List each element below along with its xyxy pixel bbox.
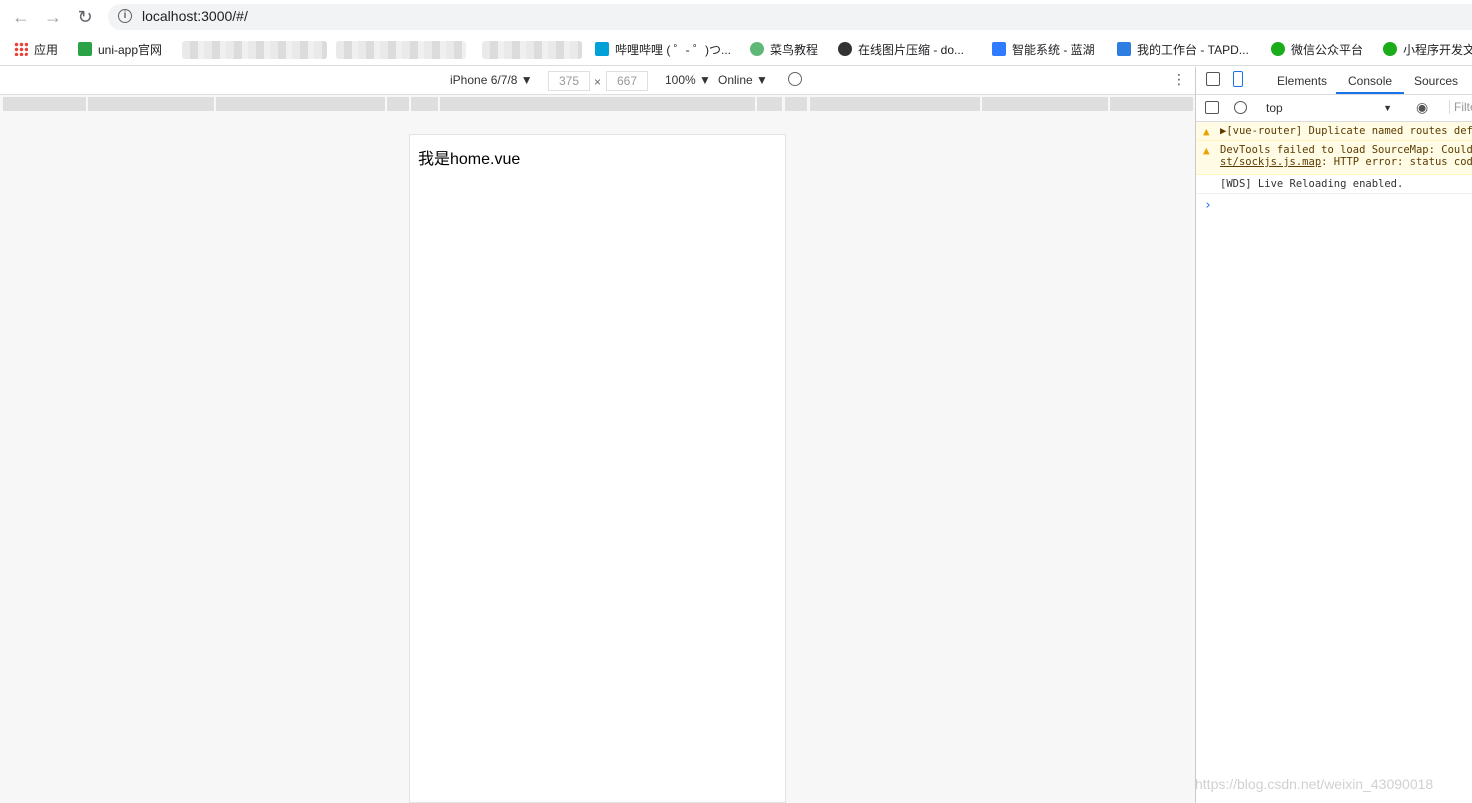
context-select[interactable]: top ▼ (1258, 99, 1398, 117)
bookmark-apps[interactable]: 应用 (14, 41, 58, 59)
network-select[interactable]: Online ▼ (718, 73, 768, 87)
runoob-icon (750, 42, 764, 56)
devtools-panel: Elements Console Sources top▼ ◉ Filter ▲… (1195, 67, 1472, 803)
warning-icon: ▲ (1203, 144, 1210, 157)
wechat-icon (1383, 42, 1397, 56)
tapd-icon (1117, 42, 1131, 56)
bilibili-icon (595, 42, 609, 56)
tab-console[interactable]: Console (1336, 74, 1405, 94)
tab-elements[interactable]: Elements (1277, 74, 1327, 88)
address-bar[interactable]: i localhost:3000/#/ (108, 4, 1472, 30)
rotate-icon[interactable] (788, 72, 802, 86)
console-prompt[interactable]: › (1204, 198, 1212, 213)
url-text[interactable]: localhost:3000/#/ (142, 8, 248, 24)
eye-icon[interactable]: ◉ (1416, 99, 1428, 116)
compress-icon (838, 42, 852, 56)
console-warning: ▲ DevTools failed to load SourceMap: Coul… (1196, 141, 1472, 175)
bookmark-bilibili[interactable]: 哔哩哔哩 ( ゜- ゜)つ... (595, 41, 731, 59)
console-log: [WDS] Live Reloading enabled. (1196, 175, 1472, 194)
height-input[interactable]: 667 (606, 71, 648, 91)
more-options-icon[interactable]: ⋮ (1172, 71, 1186, 88)
bookmark-tapd[interactable]: 我的工作台 - TAPD... (1117, 41, 1249, 59)
device-screen: 我是home.vue (409, 134, 786, 803)
console-toolbar: top▼ ◉ Filter (1196, 95, 1472, 122)
forward-icon[interactable]: → (42, 6, 64, 28)
bookmark-runoob[interactable]: 菜鸟教程 (750, 41, 818, 59)
dimension-separator: × (594, 75, 602, 89)
blurred-bookmark[interactable] (336, 41, 466, 59)
filter-input[interactable]: Filter (1449, 100, 1472, 114)
bookmark-uniapp[interactable]: uni-app官网 (78, 41, 162, 59)
clear-console-icon[interactable] (1234, 101, 1247, 114)
blurred-bookmark[interactable] (182, 41, 327, 59)
toggle-device-icon[interactable] (1233, 71, 1243, 87)
bookmarks-bar: 应用 uni-app官网 哔哩哔哩 ( ゜- ゜)つ... 菜鸟教程 在线图片压… (0, 34, 1472, 66)
width-input[interactable]: 375 (548, 71, 590, 91)
back-icon[interactable]: ← (10, 6, 32, 28)
lanhu-icon (992, 42, 1006, 56)
media-query-bar[interactable] (0, 95, 1195, 113)
bookmark-image-compress[interactable]: 在线图片压缩 - do... (838, 41, 964, 59)
zoom-select[interactable]: 100% ▼ (665, 73, 711, 87)
inspect-element-icon[interactable] (1206, 72, 1220, 86)
device-toolbar: iPhone 6/7/8 ▼ 375 × 667 100% ▼ Online ▼… (0, 67, 1195, 95)
device-select[interactable]: iPhone 6/7/8 ▼ (450, 73, 533, 87)
sidebar-toggle-icon[interactable] (1205, 101, 1219, 114)
bookmark-lanhu[interactable]: 智能系统 - 蓝湖 (992, 41, 1095, 59)
emulation-viewport: iPhone 6/7/8 ▼ 375 × 667 100% ▼ Online ▼… (0, 67, 1195, 803)
page-text: 我是home.vue (418, 151, 521, 168)
blurred-bookmark[interactable] (482, 41, 582, 59)
devtools-tabs: Elements Console Sources (1196, 67, 1472, 95)
reload-icon[interactable]: ↻ (74, 6, 96, 28)
apps-grid-icon (14, 42, 28, 56)
browser-toolbar: ← → ↻ i localhost:3000/#/ (0, 0, 1472, 34)
watermark: https://blog.csdn.net/weixin_43090018 (1195, 776, 1434, 792)
wechat-icon (1271, 42, 1285, 56)
console-output: ▲ ▶[vue-router] Duplicate named routes de… (1196, 122, 1472, 213)
bookmark-wechat-mp[interactable]: 微信公众平台 (1271, 41, 1363, 59)
console-warning: ▲ ▶[vue-router] Duplicate named routes de… (1196, 122, 1472, 141)
bookmark-miniprogram-docs[interactable]: 小程序开发文 (1383, 41, 1472, 59)
tab-sources[interactable]: Sources (1414, 74, 1458, 88)
sourcemap-link[interactable]: st/sockjs.js.map (1220, 156, 1321, 168)
uniapp-icon (78, 42, 92, 56)
info-icon[interactable]: i (118, 9, 132, 23)
warning-icon: ▲ (1203, 125, 1210, 138)
